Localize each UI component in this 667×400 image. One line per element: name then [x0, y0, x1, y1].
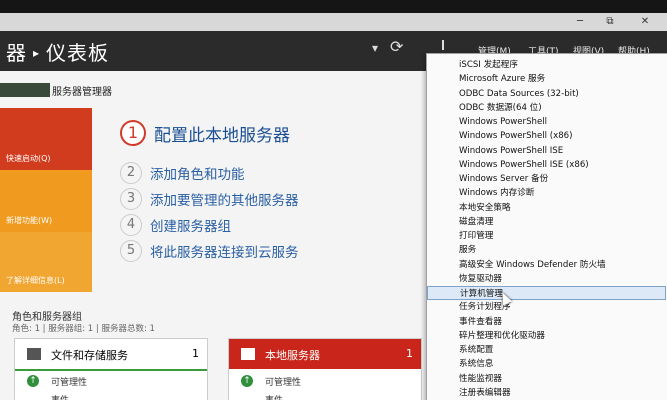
- step-connect-cloud[interactable]: 5 将此服务器连接到云服务: [120, 240, 299, 262]
- tools-menu-item[interactable]: 恢复驱动器: [427, 272, 666, 286]
- tools-menu-item[interactable]: 事件查看器: [427, 315, 666, 329]
- step-number: 4: [120, 214, 142, 236]
- subheader-title: 服务器管理器: [52, 87, 112, 98]
- tools-menu-item[interactable]: 性能监视器: [427, 372, 666, 386]
- step-label: 创建服务器组: [150, 219, 231, 235]
- learn-more-tile[interactable]: 了解详细信息(L): [0, 232, 92, 292]
- close-button[interactable]: ✕: [625, 13, 665, 31]
- tile-file-storage[interactable]: 文件和存储服务 1 ↑ 可管理性 事件: [14, 338, 208, 400]
- tools-menu-item[interactable]: 高级安全 Windows Defender 防火墙: [427, 258, 666, 272]
- tools-menu-item[interactable]: 磁盘清理: [427, 215, 666, 229]
- tools-menu-item[interactable]: Windows PowerShell: [427, 115, 666, 129]
- step-label: 添加要管理的其他服务器: [150, 193, 299, 209]
- tools-menu-item[interactable]: Microsoft Azure 服务: [427, 72, 666, 86]
- check-icon: ↑: [241, 375, 253, 387]
- tile-events[interactable]: 事件: [265, 393, 283, 400]
- breadcrumb-root[interactable]: 器: [6, 41, 27, 65]
- tools-menu-item[interactable]: 打印管理: [427, 229, 666, 243]
- tools-menu-item[interactable]: Windows PowerShell ISE (x86): [427, 158, 666, 172]
- tile-manageability[interactable]: 可管理性: [265, 375, 301, 388]
- tools-menu-item[interactable]: ODBC Data Sources (32-bit): [427, 87, 666, 101]
- subheader: 服务器管理器: [0, 71, 430, 98]
- quick-start-label: 快速启动(Q): [6, 154, 51, 163]
- tile-local-server[interactable]: 本地服务器 1 ↑ 可管理性 事件: [228, 338, 422, 400]
- roles-groups-title: 角色和服务器组: [12, 312, 82, 323]
- quick-start-column: 快速启动(Q) 新增功能(W) 了解详细信息(L): [0, 108, 92, 292]
- tools-menu-item[interactable]: 任务计划程序: [427, 300, 666, 314]
- roles-groups-summary: 角色: 1 | 服务器组: 1 | 服务器总数: 1: [12, 324, 155, 334]
- tools-menu-item[interactable]: ODBC 数据源(64 位): [427, 101, 666, 115]
- tools-menu-item[interactable]: 计算机管理: [427, 286, 666, 300]
- tile-count: 1: [192, 347, 199, 360]
- step-add-roles-features[interactable]: 2 添加角色和功能: [120, 162, 245, 184]
- tools-menu-item[interactable]: 碎片整理和优化驱动器: [427, 329, 666, 343]
- welcome-steps: 1 配置此本地服务器 2 添加角色和功能 3 添加要管理的其他服务器 4 创建服务器组 …: [120, 112, 420, 262]
- step-create-server-group[interactable]: 4 创建服务器组: [120, 214, 231, 236]
- step-number: 3: [120, 188, 142, 210]
- tools-menu-item[interactable]: 本地安全策略: [427, 201, 666, 215]
- step-configure-local-server[interactable]: 1 配置此本地服务器: [120, 120, 290, 146]
- learn-more-label: 了解详细信息(L): [6, 276, 65, 285]
- tile-events[interactable]: 事件: [51, 393, 69, 400]
- tile-count: 1: [406, 347, 413, 360]
- quick-start-tile[interactable]: 快速启动(Q): [0, 108, 92, 170]
- screen: ─ ⧉ ✕ 器 ▸ 仪表板 ▾ ⟳ 管理(M) 工具(T) 视图(V) 帮助(H) …: [0, 0, 667, 400]
- notifications-flag-icon[interactable]: [442, 40, 454, 50]
- tools-menu-item[interactable]: Windows 内存诊断: [427, 186, 666, 200]
- breadcrumb-current: 仪表板: [46, 41, 110, 65]
- step-label: 配置此本地服务器: [154, 125, 290, 146]
- step-number: 2: [120, 162, 142, 184]
- restore-button[interactable]: ⧉: [590, 13, 630, 31]
- tools-menu-dropdown: iSCSI 发起程序 Microsoft Azure 服务 ODBC Data So…: [426, 53, 667, 400]
- server-name-redacted: [0, 83, 50, 97]
- breadcrumb-separator-icon: ▸: [33, 46, 41, 60]
- step-add-other-servers[interactable]: 3 添加要管理的其他服务器: [120, 188, 299, 210]
- tile-title: 文件和存储服务: [51, 349, 128, 362]
- refresh-icon[interactable]: ⟳: [390, 37, 403, 56]
- check-icon: ↑: [27, 375, 39, 387]
- whats-new-label: 新增功能(W): [6, 216, 53, 225]
- tools-menu-item[interactable]: 系统配置: [427, 343, 666, 357]
- tools-menu-item[interactable]: Windows PowerShell ISE: [427, 144, 666, 158]
- breadcrumb: 器 ▸ 仪表板: [6, 37, 109, 66]
- step-label: 添加角色和功能: [150, 167, 245, 183]
- tools-menu-item[interactable]: 系统信息: [427, 357, 666, 371]
- tile-manageability[interactable]: 可管理性: [51, 375, 87, 388]
- step-label: 将此服务器连接到云服务: [150, 245, 299, 261]
- tools-menu-item[interactable]: 注册表编辑器: [427, 386, 666, 400]
- step-number: 5: [120, 240, 142, 262]
- tile-header: 文件和存储服务 1: [15, 339, 207, 371]
- server-icon: [241, 348, 255, 360]
- tools-menu-item[interactable]: Windows PowerShell (x86): [427, 129, 666, 143]
- tools-menu-item[interactable]: Windows Server 备份: [427, 172, 666, 186]
- storage-icon: [27, 348, 41, 360]
- tile-title: 本地服务器: [265, 349, 320, 362]
- whats-new-tile[interactable]: 新增功能(W): [0, 170, 92, 232]
- step-number: 1: [120, 120, 146, 146]
- tile-header: 本地服务器 1: [229, 339, 421, 369]
- tools-menu-item[interactable]: 服务: [427, 243, 666, 257]
- chevron-down-icon[interactable]: ▾: [372, 41, 378, 55]
- tools-menu-item[interactable]: iSCSI 发起程序: [427, 58, 666, 72]
